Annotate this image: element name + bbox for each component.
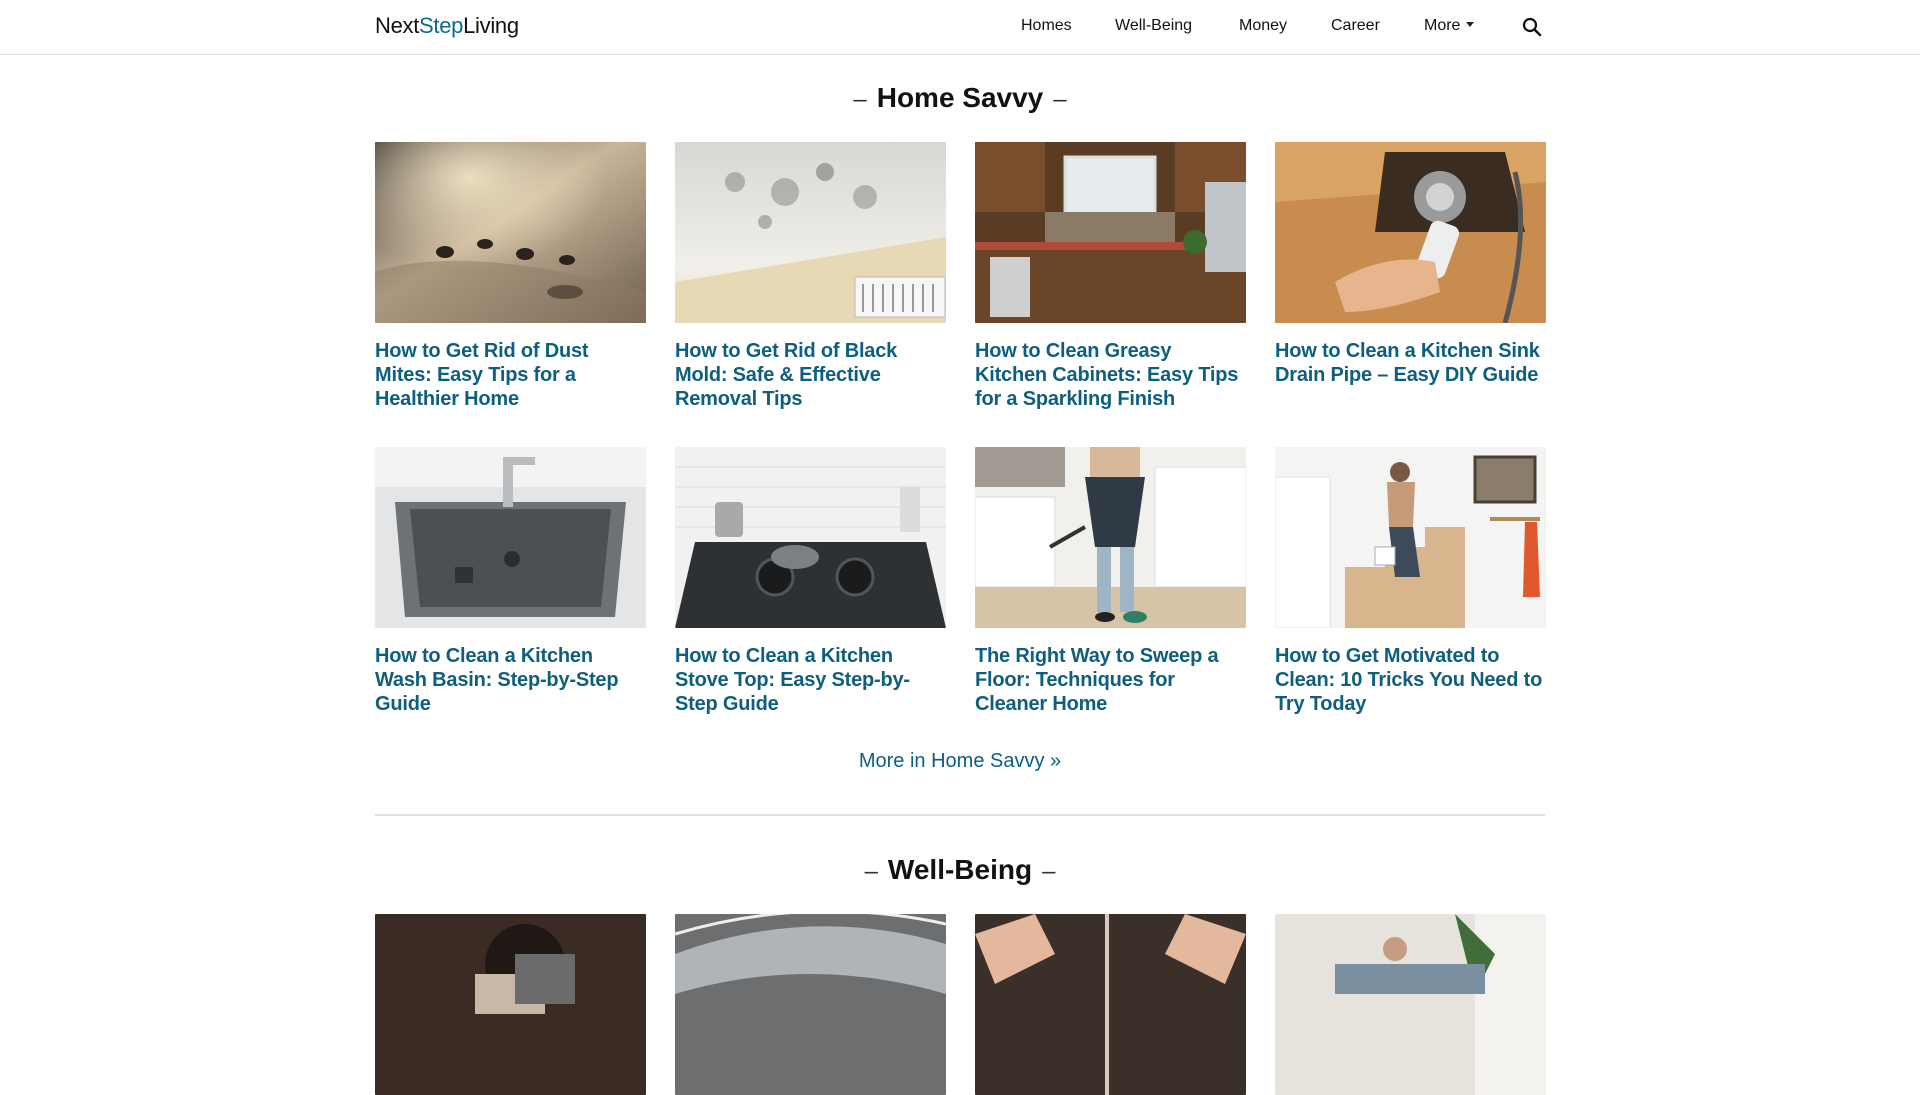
article-card[interactable] <box>1275 914 1546 1095</box>
search-icon[interactable] <box>1522 17 1542 37</box>
article-card[interactable]: How to Get Motivated to Clean: 10 Tricks… <box>1275 447 1546 716</box>
article-card[interactable] <box>375 914 646 1095</box>
title-dash-right: – <box>1042 858 1056 885</box>
article-title[interactable]: How to Clean a Kitchen Wash Basin: Step-… <box>375 644 646 716</box>
article-card[interactable]: How to Clean a Kitchen Wash Basin: Step-… <box>375 447 646 716</box>
nav-item-more[interactable]: More <box>1424 17 1475 35</box>
section-title-text: Well-Being <box>887 854 1033 885</box>
logo-part-next: Next <box>375 13 420 38</box>
nav-more-label: More <box>1424 17 1461 34</box>
article-title[interactable]: How to Get Rid of Black Mold: Safe & Eff… <box>675 339 946 411</box>
article-thumbnail-stove-top[interactable] <box>675 447 946 628</box>
title-dash-right: – <box>1053 86 1067 113</box>
article-card[interactable] <box>975 914 1246 1095</box>
article-thumbnail-wash-basin[interactable] <box>375 447 646 628</box>
logo-part-living: Living <box>463 13 519 38</box>
article-thumbnail-well-being-4[interactable] <box>1275 914 1546 1095</box>
article-card[interactable]: The Right Way to Sweep a Floor: Techniqu… <box>975 447 1246 716</box>
article-thumbnail-sink-drain[interactable] <box>1275 142 1546 323</box>
article-thumbnail-black-mold[interactable] <box>675 142 946 323</box>
nav-item-money[interactable]: Money <box>1239 17 1287 35</box>
logo-part-step: Step <box>419 13 464 38</box>
main-nav: Homes Well-Being Money Career More <box>0 0 1920 54</box>
section-title-well-being: – Well-Being – <box>0 854 1920 886</box>
nav-item-career[interactable]: Career <box>1331 17 1380 35</box>
article-title[interactable]: How to Clean a Kitchen Stove Top: Easy S… <box>675 644 946 716</box>
article-title[interactable]: The Right Way to Sweep a Floor: Techniqu… <box>975 644 1246 716</box>
article-thumbnail-well-being-3[interactable] <box>975 914 1246 1095</box>
article-thumbnail-well-being-1[interactable] <box>375 914 646 1095</box>
article-card[interactable]: How to Clean a Kitchen Sink Drain Pipe –… <box>1275 142 1546 387</box>
article-card[interactable]: How to Clean Greasy Kitchen Cabinets: Ea… <box>975 142 1246 411</box>
article-card[interactable]: How to Clean a Kitchen Stove Top: Easy S… <box>675 447 946 716</box>
article-thumbnail-dust-mites[interactable] <box>375 142 646 323</box>
section-title-text: Home Savvy <box>876 82 1044 113</box>
section-divider <box>375 814 1545 816</box>
article-title[interactable]: How to Clean Greasy Kitchen Cabinets: Ea… <box>975 339 1246 411</box>
article-thumbnail-well-being-2[interactable] <box>675 914 946 1095</box>
nav-item-well-being[interactable]: Well-Being <box>1115 17 1192 35</box>
site-header: NextStepLiving Homes Well-Being Money Ca… <box>0 0 1920 55</box>
article-thumbnail-motivated-clean[interactable] <box>1275 447 1546 628</box>
nav-item-homes[interactable]: Homes <box>1021 17 1072 35</box>
article-card[interactable] <box>675 914 946 1095</box>
more-in-home-savvy-link-wrapper: More in Home Savvy » <box>0 750 1920 773</box>
article-card[interactable]: How to Get Rid of Dust Mites: Easy Tips … <box>375 142 646 411</box>
article-thumbnail-kitchen-cabinets[interactable] <box>975 142 1246 323</box>
article-thumbnail-sweep-floor[interactable] <box>975 447 1246 628</box>
site-logo[interactable]: NextStepLiving <box>375 13 519 39</box>
more-in-home-savvy-link[interactable]: More in Home Savvy » <box>859 750 1061 772</box>
article-card[interactable]: How to Get Rid of Black Mold: Safe & Eff… <box>675 142 946 411</box>
section-title-home-savvy: – Home Savvy – <box>0 82 1920 114</box>
title-dash-left: – <box>853 86 867 113</box>
article-title[interactable]: How to Get Rid of Dust Mites: Easy Tips … <box>375 339 646 411</box>
article-title[interactable]: How to Clean a Kitchen Sink Drain Pipe –… <box>1275 339 1546 387</box>
article-title[interactable]: How to Get Motivated to Clean: 10 Tricks… <box>1275 644 1546 716</box>
chevron-down-icon <box>1466 22 1475 27</box>
title-dash-left: – <box>864 858 878 885</box>
